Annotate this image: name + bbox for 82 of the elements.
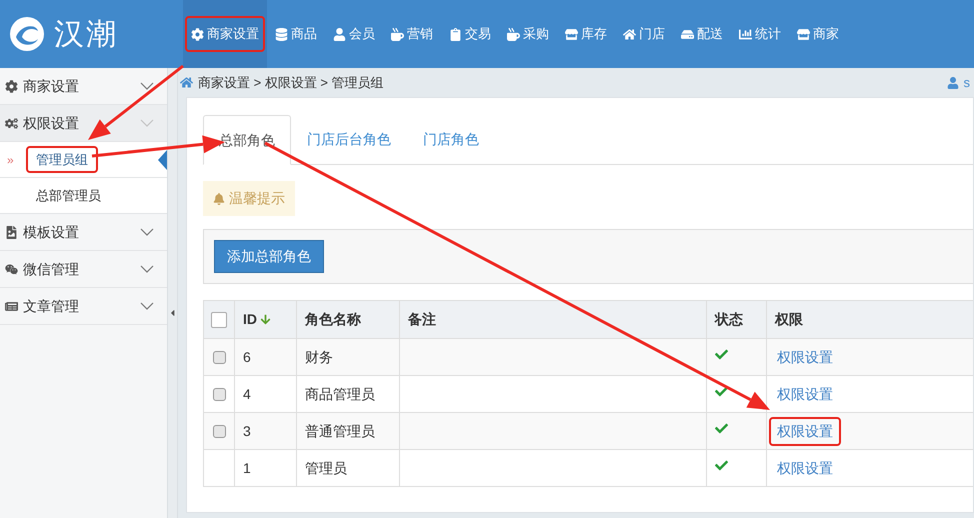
nav-item[interactable]: 门店 bbox=[615, 0, 673, 68]
chevron-icon bbox=[140, 302, 154, 310]
chevron-icon bbox=[140, 119, 154, 127]
clipboard-icon bbox=[449, 28, 462, 40]
section-label: 微信管理 bbox=[23, 260, 80, 278]
store-icon bbox=[797, 28, 810, 40]
gear-icon bbox=[5, 80, 18, 92]
sidebar-item[interactable]: » 管理员组 bbox=[0, 142, 167, 178]
sidebar-item[interactable]: 总部管理员 bbox=[0, 178, 167, 214]
nav-item[interactable]: 商家设置 bbox=[183, 0, 267, 68]
home-icon bbox=[180, 76, 193, 89]
tab[interactable]: 门店角色 bbox=[407, 114, 495, 164]
nav-label: 交易 bbox=[465, 25, 491, 44]
section-label: 权限设置 bbox=[23, 114, 80, 132]
database-icon bbox=[275, 28, 288, 40]
home-icon bbox=[623, 28, 636, 40]
gear-icon bbox=[191, 28, 204, 40]
image-file-icon bbox=[5, 226, 18, 238]
permission-link[interactable]: 权限设置 bbox=[769, 380, 841, 408]
user-icon bbox=[333, 28, 346, 40]
bell-icon bbox=[213, 192, 225, 204]
sort-icon[interactable] bbox=[260, 314, 271, 325]
nav-item[interactable]: 会员 bbox=[325, 0, 383, 68]
nav-label: 商家 bbox=[813, 25, 839, 44]
nav-item[interactable]: 配送 bbox=[673, 0, 731, 68]
nav-label: 配送 bbox=[697, 25, 723, 44]
cup-icon bbox=[391, 28, 404, 40]
nav-item[interactable]: 商品 bbox=[267, 0, 325, 68]
gears-icon bbox=[5, 116, 18, 130]
item-label: 管理员组 bbox=[26, 146, 98, 174]
chevron-icon bbox=[140, 265, 154, 273]
sidebar-section[interactable]: 模板设置 bbox=[0, 214, 167, 251]
table-cell: 1 bbox=[235, 450, 297, 486]
nav-item[interactable]: 商家 bbox=[789, 0, 847, 68]
nav-label: 门店 bbox=[639, 25, 665, 44]
section-label: 模板设置 bbox=[23, 222, 80, 242]
drive-icon bbox=[681, 28, 694, 40]
chevron-icon bbox=[140, 228, 154, 236]
row-checkbox[interactable] bbox=[212, 350, 226, 364]
cup-icon bbox=[507, 28, 520, 40]
select-all-checkbox[interactable] bbox=[211, 312, 227, 328]
row-checkbox[interactable] bbox=[212, 424, 226, 438]
marker: » bbox=[7, 152, 14, 168]
logo-icon bbox=[8, 15, 46, 53]
nav-item[interactable]: 统计 bbox=[731, 0, 789, 68]
bar-chart-icon bbox=[739, 28, 752, 40]
permission-link[interactable]: 权限设置 bbox=[769, 342, 841, 372]
permission-link[interactable]: 权限设置 bbox=[769, 416, 841, 446]
nav-label: 营销 bbox=[407, 25, 433, 44]
user-icon bbox=[946, 76, 958, 88]
nav-label: 商家设置 bbox=[207, 25, 259, 44]
nav-item[interactable]: 采购 bbox=[499, 0, 557, 68]
sidebar-section[interactable]: 权限设置 bbox=[0, 105, 167, 142]
notice-text: 温馨提示 bbox=[229, 189, 285, 208]
sidebar-section[interactable]: 文章管理 bbox=[0, 288, 167, 325]
store-icon bbox=[565, 28, 578, 40]
nav-label: 采购 bbox=[523, 25, 549, 44]
section-label: 商家设置 bbox=[23, 76, 80, 96]
chat-icon bbox=[5, 262, 18, 276]
table-header-cell-text: 权限 bbox=[774, 310, 804, 329]
nav-label: 库存 bbox=[581, 25, 607, 44]
permission-link[interactable]: 权限设置 bbox=[769, 454, 841, 482]
logo-text: 汉潮 bbox=[54, 16, 118, 52]
table-cell: 管理员 bbox=[297, 450, 400, 486]
nav-label: 商品 bbox=[291, 25, 317, 44]
nav-label: 统计 bbox=[755, 25, 781, 44]
sidebar-section[interactable]: 微信管理 bbox=[0, 251, 167, 288]
collapse-handle[interactable] bbox=[168, 68, 178, 518]
row-checkbox[interactable] bbox=[212, 388, 226, 400]
nav-label: 会员 bbox=[349, 25, 375, 44]
item-label: 总部管理员 bbox=[35, 186, 102, 205]
nav-item[interactable]: 营销 bbox=[383, 0, 441, 68]
section-label: 文章管理 bbox=[23, 296, 80, 316]
nav-item[interactable]: 库存 bbox=[557, 0, 615, 68]
breadcrumb: 商家设置 > 权限设置 > 管理员组 bbox=[198, 74, 385, 92]
user-name: s bbox=[964, 74, 971, 92]
newspaper-icon bbox=[5, 300, 18, 312]
caret-icon bbox=[168, 308, 177, 318]
tab[interactable]: 门店后台角色 bbox=[291, 114, 407, 164]
add-button[interactable]: 添加总部角色 bbox=[214, 240, 324, 273]
nav-item[interactable]: 交易 bbox=[441, 0, 499, 68]
chevron-icon bbox=[140, 82, 154, 90]
